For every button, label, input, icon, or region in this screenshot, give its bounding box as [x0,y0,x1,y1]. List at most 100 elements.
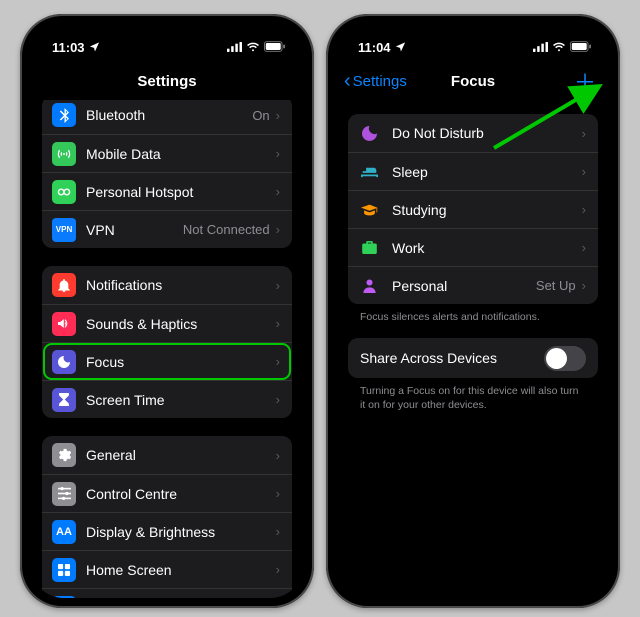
chevron-right-icon: › [582,126,586,141]
grid-icon [52,558,76,582]
notch [413,24,533,48]
header: Settings [30,62,304,100]
chevron-right-icon: › [582,202,586,217]
chevron-right-icon: › [582,164,586,179]
row-general[interactable]: General › [42,436,292,474]
moon-icon [358,126,380,141]
row-label: Display & Brightness [86,524,276,540]
row-sounds[interactable]: Sounds & Haptics › [42,304,292,342]
back-label: Settings [353,73,407,90]
notch [107,24,227,48]
add-button[interactable]: ＋ [574,65,596,97]
row-label: General [86,447,276,463]
chevron-right-icon: › [276,354,280,369]
row-label: Personal [392,278,536,294]
row-personal[interactable]: Personal Set Up › [348,266,598,304]
bluetooth-icon [52,103,76,127]
person-icon [358,279,380,293]
row-label: Personal Hotspot [86,184,276,200]
row-label: Bluetooth [86,107,252,123]
chevron-right-icon: › [276,448,280,463]
chevron-left-icon: ‹ [344,71,351,91]
group-general: General › Control Centre › AA Display & … [42,436,292,598]
status-time: 11:04 [358,40,391,55]
row-label: Sleep [392,164,582,180]
row-screen-time[interactable]: Screen Time › [42,380,292,418]
row-label: Do Not Disturb [392,125,582,141]
row-control-centre[interactable]: Control Centre › [42,474,292,512]
row-vpn[interactable]: VPN VPN Not Connected › [42,210,292,248]
group-connectivity: Bluetooth On › Mobile Data › Personal Ho… [42,100,292,248]
screen-right: 11:04 ‹ Settings [336,24,610,598]
hourglass-icon [52,388,76,412]
chevron-right-icon: › [276,222,280,237]
row-focus[interactable]: Focus › [42,342,292,380]
wifi-icon [246,40,260,55]
chevron-right-icon: › [276,392,280,407]
page-title: Settings [137,73,196,90]
row-label: Focus [86,354,276,370]
row-label: Notifications [86,277,276,293]
screen-left: 11:03 Settings [30,24,304,598]
page-title: Focus [451,73,495,90]
battery-icon [264,40,286,55]
row-label: Work [392,240,582,256]
row-work[interactable]: Work › [348,228,598,266]
moon-icon [52,350,76,374]
footer-note-2: Turning a Focus on for this device will … [348,384,598,426]
focus-list[interactable]: Do Not Disturb › Sleep › Studying › [336,100,610,598]
sliders-icon [52,482,76,506]
row-home-screen[interactable]: Home Screen › [42,550,292,588]
row-sleep[interactable]: Sleep › [348,152,598,190]
signal-icon [227,40,242,55]
gear-icon [52,443,76,467]
row-dnd[interactable]: Do Not Disturb › [348,114,598,152]
row-value: Set Up [536,278,576,293]
hotspot-icon [52,180,76,204]
toggle-knob [546,348,567,369]
speaker-icon [52,312,76,336]
chevron-right-icon: › [582,240,586,255]
phone-right: 11:04 ‹ Settings [326,14,620,608]
row-hotspot[interactable]: Personal Hotspot › [42,172,292,210]
row-display[interactable]: AA Display & Brightness › [42,512,292,550]
text-size-icon: AA [52,520,76,544]
chevron-right-icon: › [582,278,586,293]
row-label: Home Screen [86,562,276,578]
toggle-share[interactable] [544,346,586,371]
bell-icon [52,273,76,297]
row-label: VPN [86,222,183,238]
row-label: Sounds & Haptics [86,316,276,332]
chevron-right-icon: › [276,108,280,123]
phone-left: 11:03 Settings [20,14,314,608]
chevron-right-icon: › [276,524,280,539]
footer-note-1: Focus silences alerts and notifications. [348,310,598,338]
row-label: Share Across Devices [360,350,497,366]
row-label: Studying [392,202,582,218]
row-studying[interactable]: Studying › [348,190,598,228]
briefcase-icon [358,241,380,254]
back-button[interactable]: ‹ Settings [344,71,407,91]
row-mobile-data[interactable]: Mobile Data › [42,134,292,172]
antenna-icon [52,142,76,166]
chevron-right-icon: › [276,278,280,293]
chevron-right-icon: › [276,486,280,501]
battery-icon [570,40,592,55]
row-accessibility[interactable]: Accessibility › [42,588,292,598]
settings-list[interactable]: Bluetooth On › Mobile Data › Personal Ho… [30,100,304,598]
group-share: Share Across Devices [348,338,598,378]
row-bluetooth[interactable]: Bluetooth On › [42,100,292,134]
group-notifications: Notifications › Sounds & Haptics › Focus… [42,266,292,418]
row-notifications[interactable]: Notifications › [42,266,292,304]
header: ‹ Settings Focus ＋ [336,62,610,100]
location-icon [395,40,406,55]
bed-icon [358,166,380,178]
location-icon [89,40,100,55]
status-time: 11:03 [52,40,85,55]
chevron-right-icon: › [276,562,280,577]
vpn-icon: VPN [52,218,76,242]
row-share-across-devices[interactable]: Share Across Devices [348,338,598,378]
group-focus-modes: Do Not Disturb › Sleep › Studying › [348,114,598,304]
row-value: On [252,108,269,123]
wifi-icon [552,40,566,55]
